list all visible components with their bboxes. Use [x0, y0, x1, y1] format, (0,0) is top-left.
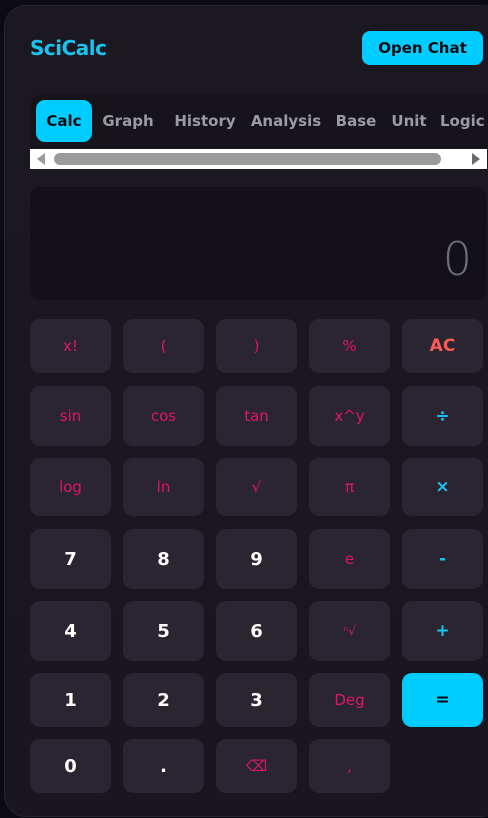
factorial-key[interactable]: x! — [30, 319, 111, 373]
tab-base[interactable]: Base — [332, 100, 380, 142]
digit-9-key[interactable]: 9 — [216, 529, 297, 589]
open-chat-button[interactable]: Open Chat — [362, 31, 483, 65]
tab-unit[interactable]: Unit — [388, 100, 430, 142]
sqrt-key[interactable]: √ — [216, 458, 297, 516]
comma-key[interactable]: , — [309, 739, 390, 793]
tab-calc[interactable]: Calc — [36, 100, 92, 142]
tab-analysis[interactable]: Analysis — [246, 100, 326, 142]
ln-key[interactable]: ln — [123, 458, 204, 516]
digit-7-key[interactable]: 7 — [30, 529, 111, 589]
percent-key[interactable]: % — [309, 319, 390, 373]
mode-tab-bar: Calc Graph History Analysis Base Unit Lo… — [30, 94, 488, 148]
calculator-app: SciCalc Open Chat Calc Graph History Ana… — [4, 5, 488, 817]
digit-4-key[interactable]: 4 — [30, 601, 111, 661]
sin-key[interactable]: sin — [30, 386, 111, 446]
tab-graph[interactable]: Graph — [98, 100, 158, 142]
add-key[interactable]: + — [402, 601, 483, 661]
app-title: SciCalc — [30, 36, 107, 60]
digit-2-key[interactable]: 2 — [123, 673, 204, 727]
tan-key[interactable]: tan — [216, 386, 297, 446]
digit-5-key[interactable]: 5 — [123, 601, 204, 661]
scroll-right-icon[interactable] — [472, 153, 480, 165]
scrollbar-thumb[interactable] — [54, 153, 441, 165]
angle-mode-key[interactable]: Deg — [309, 673, 390, 727]
display-value: 0 — [442, 232, 472, 286]
equals-key[interactable]: = — [402, 673, 483, 727]
euler-key[interactable]: e — [309, 529, 390, 589]
cos-key[interactable]: cos — [123, 386, 204, 446]
calculator-display: 0 — [30, 187, 486, 300]
tab-logic[interactable]: Logic — [440, 100, 488, 142]
log-key[interactable]: log — [30, 458, 111, 516]
open-paren-key[interactable]: ( — [123, 319, 204, 373]
multiply-key[interactable]: × — [402, 458, 483, 516]
nth-root-key[interactable]: ⁿ√ — [309, 601, 390, 661]
close-paren-key[interactable]: ) — [216, 319, 297, 373]
backspace-icon[interactable]: ⌫ — [216, 739, 297, 793]
divide-key[interactable]: ÷ — [402, 386, 483, 446]
subtract-key[interactable]: - — [402, 529, 483, 589]
digit-1-key[interactable]: 1 — [30, 673, 111, 727]
digit-6-key[interactable]: 6 — [216, 601, 297, 661]
digit-3-key[interactable]: 3 — [216, 673, 297, 727]
decimal-key[interactable]: . — [123, 739, 204, 793]
pi-key[interactable]: π — [309, 458, 390, 516]
tab-scrollbar[interactable] — [30, 149, 487, 169]
clear-key[interactable]: AC — [402, 319, 483, 373]
digit-0-key[interactable]: 0 — [30, 739, 111, 793]
tab-history[interactable]: History — [170, 100, 240, 142]
scroll-left-icon[interactable] — [37, 153, 45, 165]
power-key[interactable]: x^y — [309, 386, 390, 446]
digit-8-key[interactable]: 8 — [123, 529, 204, 589]
